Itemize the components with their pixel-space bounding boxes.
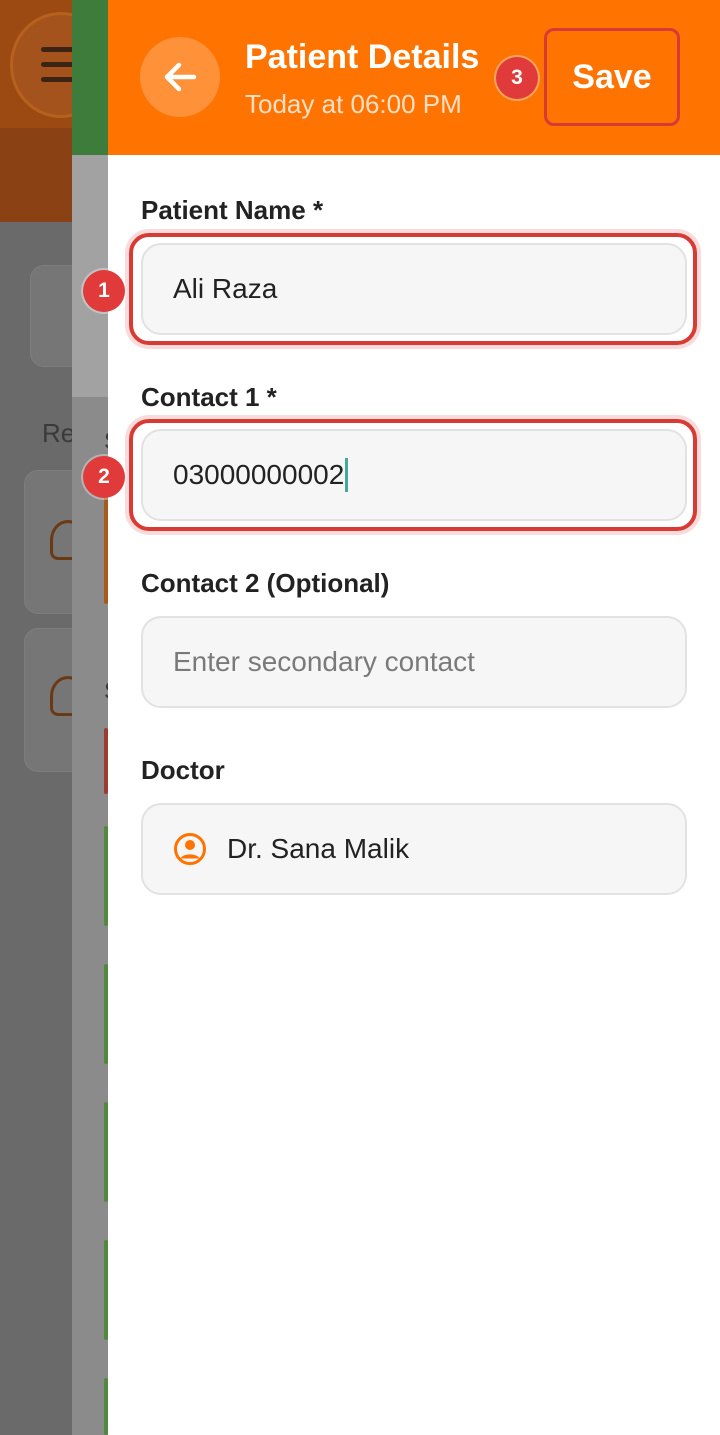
page-subtitle: Today at 06:00 PM — [245, 89, 462, 119]
contact1-label: Contact 1 * — [141, 382, 277, 412]
drawer-edge-header — [72, 0, 108, 155]
save-button[interactable]: Save — [544, 28, 680, 126]
contact2-placeholder: Enter secondary contact — [173, 646, 475, 677]
background-label: Re — [42, 418, 76, 448]
contact1-input[interactable]: 03000000002 — [141, 429, 687, 521]
contact1-value: 03000000002 — [173, 459, 345, 490]
back-button[interactable] — [140, 37, 220, 117]
step-marker-2: 2 — [83, 456, 125, 498]
contact2-input[interactable]: Enter secondary contact — [141, 616, 687, 708]
patient-details-panel: Patient Details Today at 06:00 PM 3 Save… — [108, 0, 720, 1435]
doctor-select[interactable]: Dr. Sana Malik — [141, 803, 687, 895]
step-marker-3: 3 — [496, 57, 538, 99]
patient-name-label: Patient Name * — [141, 195, 324, 225]
patient-name-input[interactable]: Ali Raza — [141, 243, 687, 335]
patient-name-value: Ali Raza — [173, 273, 278, 304]
doctor-label: Doctor — [141, 755, 225, 785]
contact2-label: Contact 2 (Optional) — [141, 568, 390, 598]
page-title: Patient Details — [245, 38, 480, 76]
text-caret — [345, 458, 349, 492]
step-marker-1: 1 — [83, 270, 125, 312]
doctor-value: Dr. Sana Malik — [227, 833, 410, 864]
panel-header: Patient Details Today at 06:00 PM 3 Save — [108, 0, 720, 155]
arrow-left-icon — [164, 62, 197, 92]
user-circle-icon — [174, 833, 206, 865]
